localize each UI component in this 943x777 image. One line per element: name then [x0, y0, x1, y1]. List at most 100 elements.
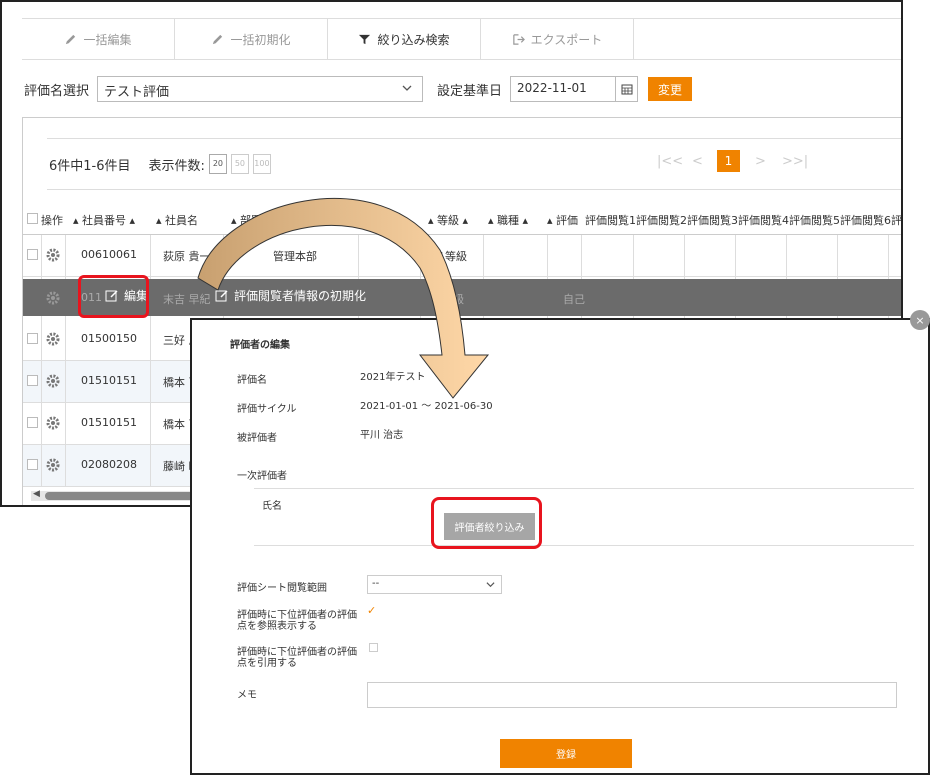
chevron-down-icon — [402, 85, 412, 91]
row-checkbox[interactable] — [27, 375, 38, 386]
export-icon — [512, 33, 525, 45]
export-button[interactable]: エクスポート — [481, 19, 634, 59]
filter-search-label: 絞り込み検索 — [377, 32, 450, 47]
memo-label: メモ — [237, 690, 257, 701]
first-evaluator-box: 氏名 — [254, 488, 914, 546]
column-divider — [150, 235, 151, 487]
row-checkbox[interactable] — [27, 417, 38, 428]
header-emp-name[interactable]: ▴ 社員名 — [156, 212, 198, 228]
register-button[interactable]: 登録 — [500, 739, 632, 768]
next-page-icon[interactable]: > — [755, 154, 766, 169]
header-view3: 評価閲覧3 — [687, 214, 738, 227]
grade-cell: 級 — [453, 293, 464, 306]
gear-icon[interactable] — [45, 373, 61, 389]
gear-icon[interactable] — [45, 415, 61, 431]
name-label: 氏名 — [262, 501, 282, 512]
field-value: 平川 治志 — [360, 430, 404, 441]
header-ops: 操作 — [41, 214, 63, 227]
first-page-icon[interactable]: |<< — [657, 154, 683, 169]
first-evaluator-label: 一次評価者 — [237, 471, 287, 482]
prev-page-icon[interactable]: < — [692, 154, 703, 169]
header-eval[interactable]: ▴ 評価 — [547, 212, 578, 228]
base-date-input[interactable]: 2022-11-01 — [510, 76, 617, 102]
gear-icon[interactable] — [45, 290, 61, 306]
emp-name-cell: 末吉 早紀 — [163, 293, 211, 306]
scope-value: -- — [372, 578, 380, 589]
emp-name-cell: 荻原 貴一 — [163, 250, 211, 263]
init-viewer-label: 評価閲覧者情報の初期化 — [234, 289, 367, 303]
emp-no-cell: 00610061 — [81, 248, 137, 261]
change-button[interactable]: 変更 — [648, 77, 693, 101]
modal-title: 評価者の編集 — [230, 340, 290, 351]
result-summary: 6件中1-6件目 — [49, 158, 131, 174]
eval-name-value: テスト評価 — [104, 85, 170, 100]
column-divider — [41, 235, 42, 487]
header-view4: 評価閲覧4 — [738, 214, 789, 227]
chevron-down-icon — [486, 582, 495, 588]
filter-search-button[interactable]: 絞り込み検索 — [328, 19, 481, 59]
page-size-100[interactable]: 100 — [252, 154, 271, 174]
emp-no-cell: 01500150 — [81, 332, 137, 345]
toolbar: 一括編集 一括初期化 絞り込み検索 エクスポート — [22, 18, 901, 60]
gear-icon[interactable] — [45, 331, 61, 347]
check1-label: 評価時に下位評価者の評価点を参照表示する — [237, 610, 357, 632]
calendar-icon — [621, 84, 633, 95]
memo-textarea[interactable] — [367, 682, 897, 708]
eval-name-select[interactable]: テスト評価 — [97, 76, 424, 102]
header-position[interactable]: ▴ 役職 ▴ — [366, 212, 406, 228]
field-label: 評価名 — [237, 375, 267, 386]
row-action-bar: 011 編集 末吉 早紀 評価閲覧者情報の初期化 級 自己 — [23, 279, 901, 316]
edit-icon — [215, 289, 228, 301]
field-label: 評価サイクル — [237, 404, 297, 415]
page-size-50[interactable]: 50 — [230, 154, 249, 174]
check2-checkbox[interactable] — [369, 643, 378, 652]
row-checkbox[interactable] — [27, 249, 38, 260]
pager-bar: 6件中1-6件目 表示件数: 20 50 100 |<< < 1 > >>| — [47, 138, 901, 190]
row-checkbox[interactable] — [27, 459, 38, 470]
header-view6: 評価閲覧6 — [840, 214, 891, 227]
row-checkbox[interactable] — [27, 333, 38, 344]
bulk-init-button[interactable]: 一括初期化 — [175, 19, 328, 59]
scope-label: 評価シート閲覧範囲 — [237, 583, 327, 594]
table-header: 操作 ▴ 社員番号 ▴ ▴ 社員名 ▴ 部署名（データ） ▴ ▴ 役職 ▴ ▴ … — [23, 203, 902, 235]
close-icon[interactable]: × — [910, 310, 930, 330]
header-view2: 評価閲覧2 — [636, 214, 687, 227]
base-date-label: 設定基準日 — [437, 83, 503, 99]
filter-row: 評価名選択 テスト評価 設定基準日 2022-11-01 変更 — [24, 74, 693, 104]
select-all-checkbox[interactable] — [27, 213, 38, 224]
bulk-init-label: 一括初期化 — [230, 32, 291, 47]
init-viewer-action[interactable]: 評価閲覧者情報の初期化 — [215, 287, 366, 304]
current-page-button[interactable]: 1 — [717, 150, 740, 172]
last-page-icon[interactable]: >>| — [782, 154, 808, 169]
header-job[interactable]: ▴ 職種 ▴ — [488, 212, 528, 228]
grade-cell: 1等級 — [438, 250, 467, 263]
gear-icon[interactable] — [45, 247, 61, 263]
scope-select[interactable]: -- — [367, 575, 502, 594]
header-view1: 評価閲覧1 — [585, 214, 636, 227]
scroll-left-icon[interactable]: ◀ — [33, 489, 40, 499]
calendar-button[interactable] — [616, 76, 639, 102]
export-label: エクスポート — [530, 32, 603, 47]
bulk-edit-button[interactable]: 一括編集 — [22, 19, 175, 59]
field-label: 被評価者 — [237, 433, 277, 444]
page-size-20[interactable]: 20 — [208, 154, 227, 174]
column-divider — [65, 235, 66, 487]
emp-no-cell: 02080208 — [81, 458, 137, 471]
edit-evaluator-modal: × 評価者の編集 評価名 2021年テスト 評価サイクル 2021-01-01 … — [190, 310, 930, 775]
table-row[interactable]: 00610061 荻原 貴一 管理本部 1等級 — [23, 235, 901, 277]
pencil-icon — [66, 34, 76, 44]
header-dept[interactable]: ▴ 部署名（データ） ▴ — [231, 212, 337, 228]
header-view7: 評 — [891, 214, 902, 227]
header-view5: 評価閲覧5 — [789, 214, 840, 227]
gear-icon[interactable] — [45, 457, 61, 473]
narrow-highlight-frame — [431, 497, 542, 549]
header-grade[interactable]: ▴ 等級 ▴ — [428, 212, 468, 228]
emp-no-cell: 01510151 — [81, 374, 137, 387]
bulk-edit-label: 一括編集 — [83, 32, 132, 47]
header-emp-no[interactable]: ▴ 社員番号 ▴ — [73, 212, 135, 228]
per-page-label: 表示件数: — [148, 158, 205, 174]
check2-label: 評価時に下位評価者の評価点を引用する — [237, 647, 357, 669]
emp-no-cell: 01510151 — [81, 416, 137, 429]
check1-checkbox[interactable]: ✓ — [367, 604, 376, 617]
dept-cell: 管理本部 — [273, 250, 317, 263]
